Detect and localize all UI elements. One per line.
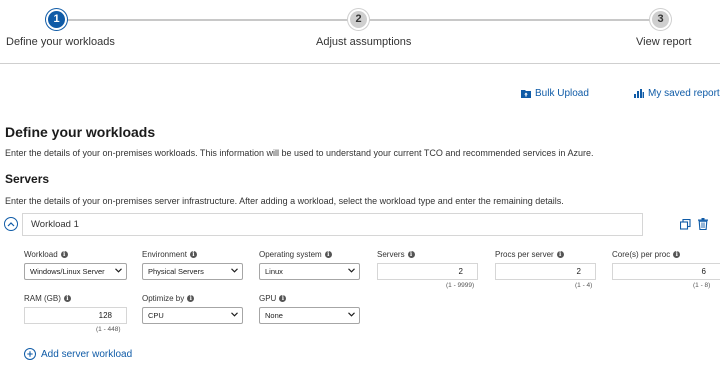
optimize-by-label: Optimize by i	[142, 294, 195, 303]
servers-section-title: Servers	[5, 172, 50, 186]
folder-upload-icon	[521, 89, 531, 98]
bar-chart-icon	[634, 89, 644, 98]
step-1-marker[interactable]: 1	[48, 11, 65, 28]
servers-description: Enter the details of your on-premises se…	[5, 196, 564, 206]
operating-system-label: Operating system i	[259, 250, 332, 259]
copy-workload-button[interactable]	[678, 217, 692, 231]
procs-per-server-range: (1 - 4)	[575, 282, 593, 289]
environment-label: Environment i	[142, 250, 197, 259]
chevron-down-icon	[348, 312, 355, 317]
collapse-workload-button[interactable]	[4, 217, 18, 231]
cores-per-proc-input[interactable]: 6	[612, 263, 720, 280]
bulk-upload-link[interactable]: Bulk Upload	[521, 88, 589, 99]
cores-per-proc-label: Core(s) per proc i	[612, 250, 681, 259]
workload-name-input[interactable]: Workload 1	[22, 213, 643, 236]
procs-per-server-input[interactable]: 2	[495, 263, 596, 280]
servers-label: Servers i	[377, 250, 415, 259]
info-icon[interactable]: i	[63, 295, 71, 302]
add-server-workload-label: Add server workload	[41, 348, 133, 360]
wizard-stepper: 1 2 3 Define your workloads Adjust assum…	[0, 0, 720, 64]
chevron-down-icon	[115, 268, 122, 273]
copy-icon	[679, 218, 691, 230]
environment-select[interactable]: Physical Servers	[142, 263, 243, 280]
operating-system-select[interactable]: Linux	[259, 263, 360, 280]
cores-per-proc-range: (1 - 8)	[693, 282, 711, 289]
info-icon[interactable]: i	[189, 251, 197, 258]
step-3-marker[interactable]: 3	[652, 11, 669, 28]
ram-range: (1 - 448)	[96, 326, 121, 333]
step-1-label[interactable]: Define your workloads	[6, 36, 115, 48]
optimize-by-select[interactable]: CPU	[142, 307, 243, 324]
my-saved-reports-link[interactable]: My saved reports	[634, 88, 720, 99]
procs-per-server-label: Procs per server i	[495, 250, 564, 259]
info-icon[interactable]: i	[187, 295, 195, 302]
gpu-label: GPU i	[259, 294, 287, 303]
ram-label: RAM (GB) i	[24, 294, 71, 303]
chevron-down-icon	[231, 268, 238, 273]
plus-circle-icon	[24, 348, 36, 360]
stepper-connector	[58, 19, 358, 21]
delete-workload-button[interactable]	[696, 217, 710, 231]
info-icon[interactable]: i	[407, 251, 415, 258]
step-2-marker[interactable]: 2	[350, 11, 367, 28]
servers-range: (1 - 9999)	[446, 282, 475, 289]
info-icon[interactable]: i	[673, 251, 681, 258]
chevron-down-icon	[348, 268, 355, 273]
info-icon[interactable]: i	[279, 295, 287, 302]
workload-type-select[interactable]: Windows/Linux Server	[24, 263, 127, 280]
stepper-connector	[360, 19, 660, 21]
gpu-select[interactable]: None	[259, 307, 360, 324]
info-icon[interactable]: i	[556, 251, 564, 258]
step-2-label[interactable]: Adjust assumptions	[316, 36, 411, 48]
info-icon[interactable]: i	[324, 251, 332, 258]
ram-input[interactable]: 128	[24, 307, 127, 324]
page-title: Define your workloads	[5, 124, 156, 140]
workload-type-label: Workload i	[24, 250, 68, 259]
bulk-upload-label: Bulk Upload	[535, 88, 589, 99]
chevron-up-icon	[7, 222, 15, 227]
page-description: Enter the details of your on-premises wo…	[5, 148, 594, 158]
my-saved-reports-label: My saved reports	[648, 88, 720, 99]
step-3-label[interactable]: View report	[636, 36, 691, 48]
chevron-down-icon	[231, 312, 238, 317]
trash-icon	[698, 218, 708, 230]
servers-input[interactable]: 2	[377, 263, 478, 280]
stepper-divider	[0, 63, 720, 64]
add-server-workload-button[interactable]: Add server workload	[24, 348, 132, 360]
info-icon[interactable]: i	[60, 251, 68, 258]
